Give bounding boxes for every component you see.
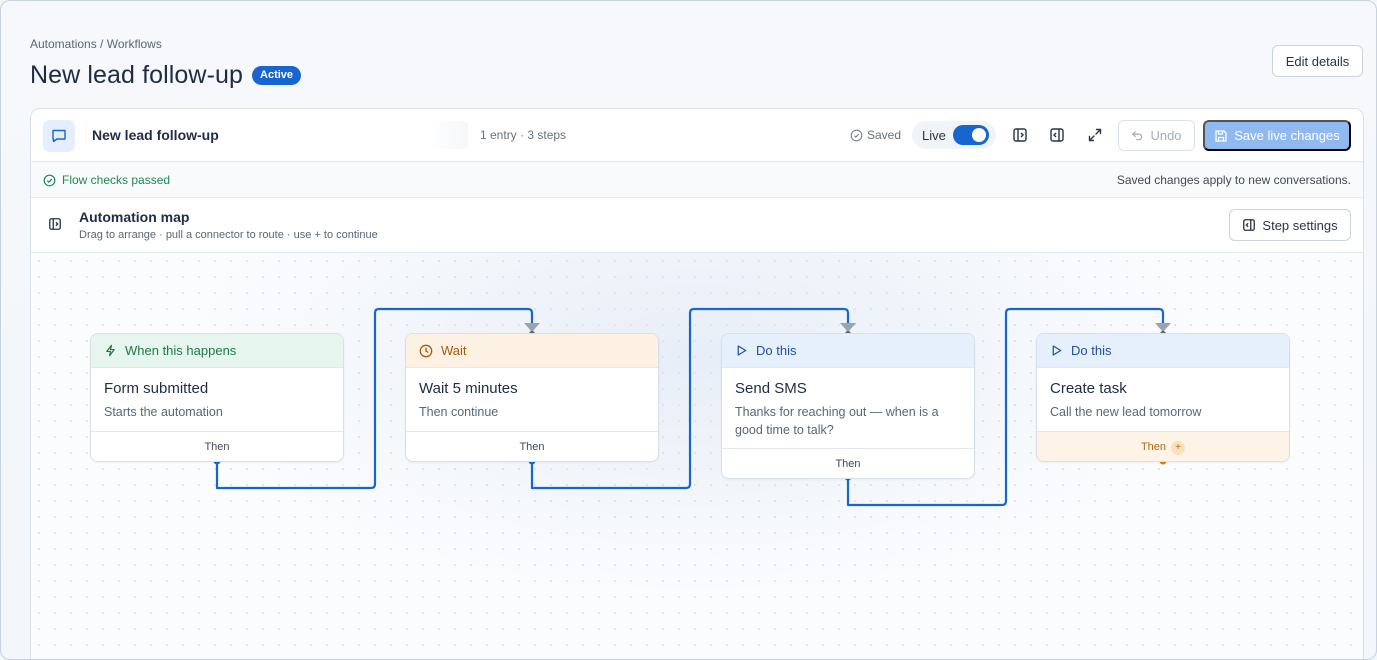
node-desc: Thanks for reaching out — when is a good… [735,405,939,437]
step-settings-label: Step settings [1262,217,1338,233]
edit-details-button[interactable]: Edit details [1272,45,1363,77]
node-kind: When this happens [125,343,237,358]
trigger-node[interactable]: When this happens Form submitted Starts … [90,333,344,462]
node-body: Send SMS Thanks for reaching out — when … [722,368,974,448]
map-title: Automation map [79,209,190,225]
panel-right-icon [1243,219,1256,231]
expand-icon[interactable] [1084,124,1106,146]
clock-icon [419,344,433,357]
chat-icon[interactable] [43,120,75,152]
arrow-down-icon [840,323,856,332]
checks-note: Saved changes apply to new conversations… [1116,173,1351,187]
flow-meta: 1 entry · 3 steps [480,128,567,142]
live-switch[interactable] [952,125,989,145]
node-then[interactable]: Then [91,431,343,461]
check-circle-icon [43,174,56,186]
wait-node[interactable]: Wait Wait 5 minutes Then continue Then [405,333,659,462]
add-step-icon[interactable]: + [1171,441,1186,455]
play-icon [737,345,747,356]
undo-label: Undo [1150,128,1182,143]
check-circle-icon [850,129,863,141]
live-label: Live [922,127,946,143]
automation-canvas[interactable]: When this happens Form submitted Starts … [31,253,1363,659]
save-live-label: Save live changes [1234,128,1340,143]
save-icon [1215,129,1227,142]
node-desc: Call the new lead tomorrow [1050,405,1202,419]
flow-name-input[interactable] [85,121,469,149]
undo-button[interactable]: Undo [1118,120,1195,151]
page: Automations / Workflows New lead follow-… [0,0,1377,660]
node-kind: Do this [1071,343,1112,358]
live-toggle[interactable]: Live [912,121,996,149]
arrow-down-icon [524,323,540,332]
node-body: Wait 5 minutes Then continue [406,368,658,431]
bolt-icon [106,344,115,357]
node-body: Form submitted Starts the automation [91,368,343,431]
create-task-node[interactable]: Do this Create task Call the new lead to… [1036,333,1290,462]
builder-toolbar: 1 entry · 3 steps Saved Live Undo [31,109,1363,162]
checks-bar: Flow checks passed Saved changes apply t… [31,162,1363,198]
node-title: Wait 5 minutes [419,380,518,397]
saved-label: Saved [867,128,902,142]
play-icon [1052,345,1062,356]
map-subtitle: Drag to arrange · pull a connector to ro… [79,229,378,241]
undo-icon [1132,131,1143,141]
breadcrumb: Automations / Workflows [30,37,162,51]
node-kind: Do this [756,343,797,358]
node-title: Send SMS [735,380,807,397]
node-title: Create task [1050,380,1127,397]
status-badge: Active [252,66,302,85]
node-header: When this happens [91,334,343,368]
arrow-down-icon [1155,323,1171,332]
save-live-changes-button[interactable]: Save live changes [1203,120,1351,151]
step-settings-button[interactable]: Step settings [1229,209,1351,241]
node-header: Do this [1037,334,1289,368]
node-title: Form submitted [104,380,209,397]
workflow-builder: 1 entry · 3 steps Saved Live Undo [30,108,1364,659]
node-then-label: Then [1140,441,1167,453]
node-header: Do this [722,334,974,368]
node-desc: Then continue [419,405,499,419]
node-header: Wait [406,334,658,368]
checks-passed: Flow checks passed [43,173,170,187]
node-then[interactable]: Then [722,448,974,478]
send-sms-node[interactable]: Do this Send SMS Thanks for reaching out… [721,333,975,479]
node-then[interactable]: Then [406,431,658,461]
panel-right-icon[interactable] [1046,124,1068,146]
panel-left-icon[interactable] [1009,124,1031,146]
page-title: New lead follow-up [30,61,244,89]
node-body: Create task Call the new lead tomorrow [1037,368,1289,431]
node-then-pending[interactable]: Then + [1037,431,1289,461]
checks-passed-label: Flow checks passed [62,173,171,187]
saved-indicator: Saved [850,128,901,142]
map-header: Automation map Drag to arrange · pull a … [31,198,1363,253]
node-kind: Wait [441,343,467,358]
sidebar-toggle-icon[interactable] [48,217,62,236]
title-row: New lead follow-up Active [30,61,302,90]
node-desc: Starts the automation [104,405,223,419]
